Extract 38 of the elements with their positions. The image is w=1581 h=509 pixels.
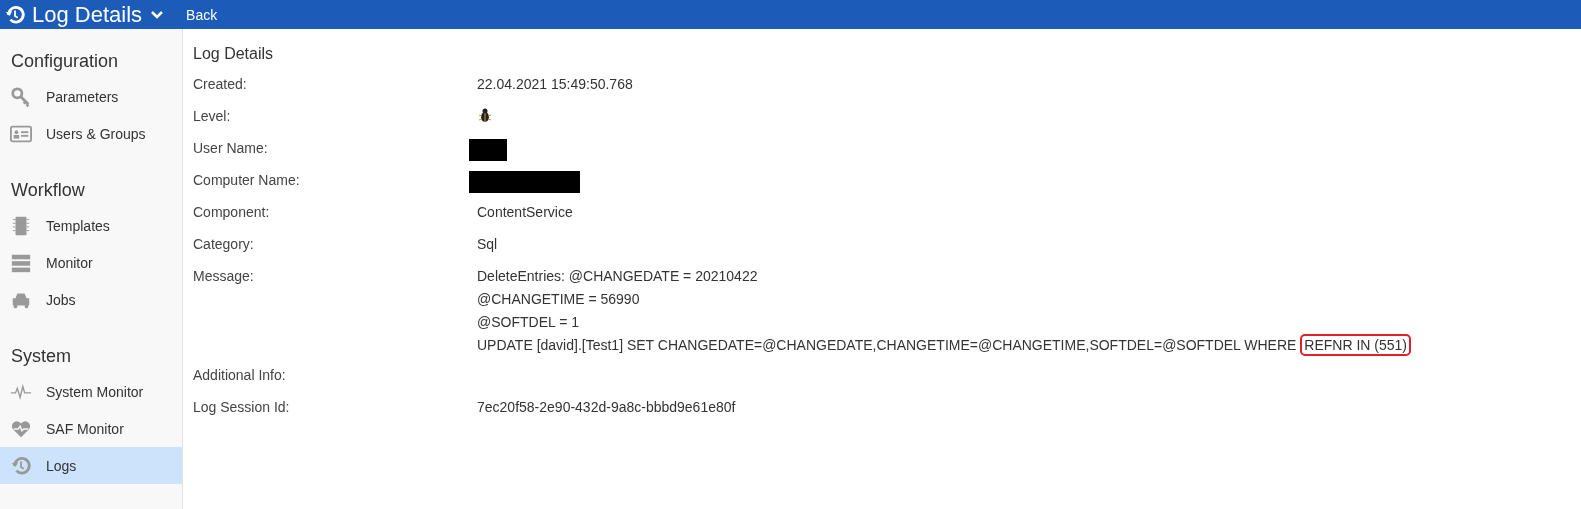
- back-link[interactable]: Back: [186, 6, 218, 23]
- field-label: Additional Info:: [193, 366, 287, 383]
- section-title: Configuration: [10, 50, 120, 73]
- page-title: Log Details: [32, 1, 143, 28]
- sidebar-item[interactable]: Jobs: [0, 281, 182, 318]
- redaction-bar: [469, 139, 507, 161]
- key-icon: [10, 85, 32, 108]
- chip-icon: [10, 214, 32, 237]
- message-line: @SOFTDEL = 1: [477, 313, 580, 331]
- field-label: Created:: [193, 75, 248, 92]
- sidebar-item[interactable]: Users & Groups: [0, 115, 182, 152]
- message-line: UPDATE [david].[Test1] SET CHANGEDATE=@CHANGEDATE,CHANGETIME=@CHANGETIME,SOFTDEL=@SOFTDEL WHERE REFNR IN (551): [477, 336, 1571, 354]
- details-title: Log Details: [193, 45, 275, 63]
- sidebar-item[interactable]: Parameters: [0, 78, 182, 115]
- message-line: DeleteEntries: @CHANGEDATE = 20210422: [477, 267, 759, 285]
- sidebar-item[interactable]: SAF Monitor: [0, 410, 182, 447]
- field-value: Sql: [477, 235, 499, 252]
- sidebar-item[interactable]: Logs: [0, 447, 182, 484]
- section-title: Workflow: [10, 179, 86, 202]
- sidebar-item[interactable]: Templates: [0, 207, 182, 244]
- bug-icon: [477, 107, 493, 123]
- sidebar-item[interactable]: Monitor: [0, 244, 182, 281]
- history-icon: [10, 454, 32, 477]
- field-label: Message:: [193, 267, 255, 284]
- field-label: Computer Name:: [193, 171, 301, 188]
- sidebar-item[interactable]: System Monitor: [0, 373, 182, 410]
- message-line: @CHANGETIME = 56990: [477, 290, 641, 308]
- section-title: System: [10, 345, 72, 368]
- field-value: 22.04.2021 15:49:50.768: [477, 75, 634, 92]
- field-label: Log Session Id:: [193, 398, 291, 415]
- history-icon: [4, 3, 26, 26]
- field-label: Category:: [193, 235, 255, 252]
- field-label: Component:: [193, 203, 271, 220]
- field-value: ContentService: [477, 203, 574, 220]
- chevron-down-icon[interactable]: [150, 9, 165, 20]
- field-label: User Name:: [193, 139, 269, 156]
- field-label: Level:: [193, 107, 232, 124]
- field-value: 7ec20f58-2e90-432d-9a8c-bbbd9e61e80f: [477, 398, 737, 415]
